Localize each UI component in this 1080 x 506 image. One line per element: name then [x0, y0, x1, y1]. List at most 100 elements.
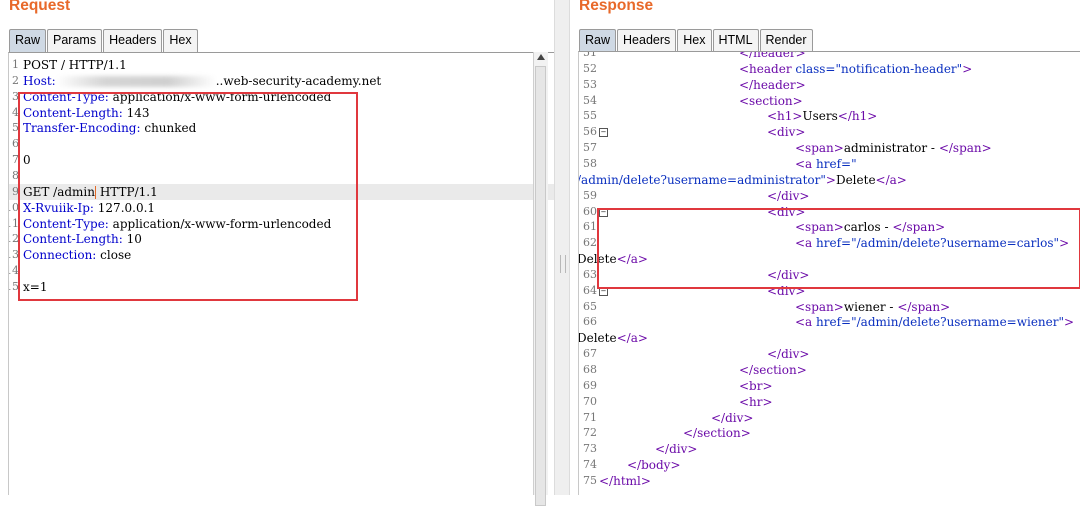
response-line: /admin/delete?username=administrator">De…	[579, 172, 1080, 188]
scroll-thumb[interactable]	[535, 66, 546, 506]
response-line-text: <hr>	[739, 394, 773, 409]
response-line: 72 </section>	[579, 425, 1080, 441]
request-highlight-box	[18, 92, 358, 301]
request-pane: Request Raw Params Headers Hex 1 POST / HTTP…	[0, 0, 554, 506]
request-tab-params[interactable]: Params	[47, 29, 103, 52]
response-line-text: </header>	[739, 51, 806, 60]
line-number: 61	[583, 220, 597, 234]
line-number: 51	[583, 51, 597, 59]
response-line-text: </header>	[739, 77, 806, 92]
line-number: 65	[583, 299, 597, 313]
line-number: 57	[583, 141, 597, 155]
divider-grip-icon[interactable]	[560, 255, 566, 273]
response-line-text: </html>	[599, 473, 651, 488]
line-number: 54	[583, 93, 597, 107]
response-line: 65 <span>wiener - </span>	[579, 299, 1080, 315]
response-line: 71 </div>	[579, 410, 1080, 426]
response-line: 75 </html>	[579, 473, 1080, 489]
request-line-text: POST / HTTP/1.1	[23, 57, 127, 73]
request-tab-hex[interactable]: Hex	[163, 29, 198, 52]
response-line: 69 <br>	[579, 378, 1080, 394]
response-line: 53 </header>	[579, 77, 1080, 93]
line-number: 64	[583, 283, 597, 297]
line-number: 53	[583, 77, 597, 91]
line-value: ..web-security-academy.net	[215, 73, 382, 88]
response-tab-html[interactable]: HTML	[712, 29, 759, 52]
response-title: Response	[579, 0, 654, 14]
line-number: 70	[583, 394, 597, 408]
response-line-text: </body>	[627, 458, 681, 473]
response-line-text: </div>	[655, 442, 698, 457]
response-line-text: <h1>Users</h1>	[767, 109, 878, 124]
response-line: 67 </div>	[579, 346, 1080, 362]
response-line: 59 </div>	[579, 188, 1080, 204]
response-line: 57 <span>administrator - </span>	[579, 140, 1080, 156]
response-line: 56− <div>	[579, 124, 1080, 140]
line-number: 58	[583, 156, 597, 170]
response-line-text: <div>	[767, 125, 806, 140]
line-number: 71	[583, 410, 597, 424]
line-number: 56	[583, 125, 597, 139]
response-tab-hex[interactable]: Hex	[677, 29, 712, 52]
response-tab-render[interactable]: Render	[759, 29, 813, 52]
line-number: 73	[583, 442, 597, 456]
scroll-up-icon[interactable]	[537, 54, 545, 60]
response-line-text: <span>administrator - </span>	[795, 141, 992, 156]
response-line-text: </div>	[711, 410, 754, 425]
line-number: 67	[583, 347, 597, 361]
request-tab-headers[interactable]: Headers	[103, 29, 163, 52]
response-line: Delete</a>	[579, 330, 1080, 346]
response-line-text: <a href="	[795, 156, 857, 171]
response-highlight-box	[597, 208, 1080, 289]
line-number: 62	[583, 236, 597, 250]
line-number: 66	[583, 315, 597, 329]
request-scrollbar[interactable]	[533, 52, 548, 506]
response-line: 74 </body>	[579, 457, 1080, 473]
request-title: Request	[9, 0, 71, 14]
line-number: 74	[583, 458, 597, 472]
response-line: 70 <hr>	[579, 394, 1080, 410]
request-tab-raw[interactable]: Raw	[9, 29, 47, 52]
response-line-text: </section>	[739, 363, 807, 377]
line-number: 59	[583, 188, 597, 202]
request-line: 1 POST / HTTP/1.1	[9, 57, 554, 73]
line-number: 69	[583, 378, 597, 392]
line-number: 55	[583, 109, 597, 123]
header-name: Host:	[23, 73, 56, 88]
response-line-text: </section>	[683, 426, 751, 441]
line-number: 60	[583, 204, 597, 218]
line-number: 75	[583, 473, 597, 487]
response-tab-headers[interactable]: Headers	[617, 29, 677, 52]
line-number: 72	[583, 426, 597, 440]
response-line: 51 </header>	[579, 51, 1080, 61]
response-line-text: <a href="/admin/delete?username=wiener">	[795, 315, 1075, 330]
response-line-text: /admin/delete?username=administrator">De…	[578, 172, 907, 187]
request-tabs: Raw Params Headers Hex	[9, 29, 199, 52]
response-line-text: </div>	[767, 188, 810, 203]
response-line: 68 </section>	[579, 362, 1080, 378]
response-tabs: Raw Headers Hex HTML Render	[579, 29, 814, 52]
response-line-text: <header class="notification-header">	[739, 61, 973, 76]
response-line: 52 <header class="notification-header">	[579, 61, 1080, 77]
response-line-text: </div>	[767, 347, 810, 362]
request-line-text: Host: ..web-security-academy.net	[23, 73, 381, 89]
response-pane: Response Raw Headers Hex HTML Render 51 </hea…	[570, 0, 1080, 495]
line-value: POST / HTTP/1.1	[23, 58, 127, 72]
request-line: 2 Host: ..web-security-academy.net	[9, 73, 554, 89]
response-line: 73 </div>	[579, 441, 1080, 457]
response-line: 66 <a href="/admin/delete?username=wiener…	[579, 314, 1080, 330]
line-number: 52	[583, 61, 597, 75]
fold-toggle-icon[interactable]: −	[599, 128, 608, 138]
line-number: 63	[583, 267, 597, 281]
response-line: 58 <a href="	[579, 156, 1080, 172]
pane-divider[interactable]	[554, 0, 570, 495]
response-line-text: Delete</a>	[578, 331, 648, 346]
response-line-text: <br>	[739, 378, 773, 393]
response-line: 54 <section>	[579, 93, 1080, 109]
response-tab-raw[interactable]: Raw	[579, 29, 617, 52]
response-line: 55 <h1>Users</h1>	[579, 108, 1080, 124]
response-line-text: <span>wiener - </span>	[795, 299, 951, 314]
response-line-text: <section>	[739, 93, 803, 108]
redacted-host	[55, 75, 216, 87]
line-number: 1	[12, 58, 19, 71]
